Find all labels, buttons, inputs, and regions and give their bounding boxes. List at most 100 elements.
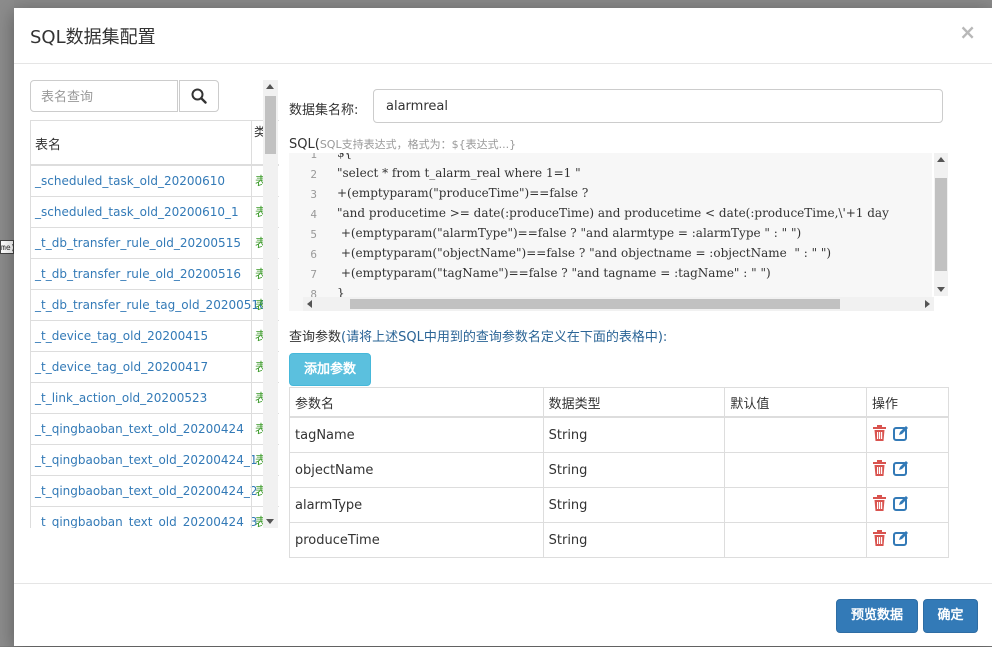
editor-horizontal-scrollbar[interactable] xyxy=(303,297,934,311)
table-name-link[interactable]: _t_qingbaoban_text_old_20200424_2 xyxy=(35,484,257,498)
modal-title: SQL数据集配置 xyxy=(30,27,156,48)
table-name-link[interactable]: _scheduled_task_old_20200610_1 xyxy=(35,205,239,219)
line-number: 7 xyxy=(310,268,317,281)
scroll-left-icon[interactable] xyxy=(307,300,312,308)
params-table-header: 参数名 数据类型 默认值 操作 xyxy=(289,387,949,418)
param-default-cell xyxy=(724,522,868,558)
table-name-link[interactable]: _t_link_action_old_20200523 xyxy=(35,391,207,405)
edit-icon[interactable] xyxy=(893,495,909,515)
table-name-link[interactable]: _t_db_transfer_rule_tag_old_20200516 xyxy=(35,298,267,312)
trash-icon[interactable] xyxy=(872,495,887,515)
line-number: 1 xyxy=(310,153,317,161)
table-list-scrollbar[interactable] xyxy=(263,80,278,528)
table-name-link[interactable]: _t_device_tag_old_20200417 xyxy=(35,360,208,374)
param-type-cell: String xyxy=(542,487,726,523)
code-line[interactable]: ${ xyxy=(337,153,352,160)
sql-editor[interactable]: 12345678 ${"select * from t_alarm_real w… xyxy=(289,153,932,311)
backdrop xyxy=(0,0,992,8)
code-line[interactable]: +(emptyparam("alarmType")==false ? "and … xyxy=(337,226,801,240)
param-name-cell: tagName xyxy=(289,416,544,453)
table-name-link[interactable]: _t_qingbaoban_text_old_20200424_1 xyxy=(35,453,257,467)
col-data-type: 数据类型 xyxy=(542,387,726,418)
trash-icon[interactable] xyxy=(872,425,887,445)
table-list-row[interactable]: _t_db_transfer_rule_tag_old_20200516 表 xyxy=(31,290,279,321)
param-name-cell: produceTime xyxy=(289,522,544,558)
table-list-row[interactable]: _t_qingbaoban_text_old_20200424_1 表 xyxy=(31,445,279,476)
table-list-row[interactable]: _scheduled_task_old_20200610 表 xyxy=(31,166,279,197)
query-params-note: (请将上述SQL中用到的查询参数名定义在下面的表格中): xyxy=(341,330,668,345)
table-name-link[interactable]: _scheduled_task_old_20200610 xyxy=(35,174,225,188)
col-actions: 操作 xyxy=(866,387,949,418)
dataset-name-input[interactable] xyxy=(373,89,943,123)
table-list-row[interactable]: _t_link_action_old_20200523 表 xyxy=(31,383,279,414)
sql-dataset-modal: SQL数据集配置 × 表名 类型 _scheduled_task_old_202… xyxy=(14,8,992,646)
edit-icon[interactable] xyxy=(893,530,909,550)
scroll-up-icon[interactable] xyxy=(266,84,274,89)
close-button[interactable]: × xyxy=(959,20,976,44)
editor-gutter: 12345678 xyxy=(289,153,329,311)
line-number: 5 xyxy=(310,228,317,241)
trash-icon[interactable] xyxy=(872,460,887,480)
edit-icon[interactable] xyxy=(893,425,909,445)
params-table: 参数名 数据类型 默认值 操作 tagName String objectName S… xyxy=(289,387,949,558)
param-row: tagName String xyxy=(289,416,949,453)
param-row: produceTime String xyxy=(289,522,949,558)
sql-label-text: SQL( xyxy=(289,137,320,152)
sql-hint: SQL支持表达式，格式为：${表达式...} xyxy=(319,138,517,151)
param-actions-cell xyxy=(866,522,949,558)
table-list-header: 表名 类型 xyxy=(31,120,279,166)
scrollbar-thumb[interactable] xyxy=(350,299,840,309)
preview-data-button[interactable]: 预览数据 xyxy=(836,599,918,633)
table-list-row[interactable]: _t_db_transfer_rule_old_20200515 表 xyxy=(31,228,279,259)
header-table-name: 表名 xyxy=(35,138,62,153)
table-name-link[interactable]: _t_db_transfer_rule_old_20200515 xyxy=(35,236,241,250)
sql-label: SQL(SQL支持表达式，格式为：${表达式...} xyxy=(289,136,516,152)
code-line[interactable]: +(emptyparam("tagName")==false ? "and ta… xyxy=(337,266,771,280)
scroll-right-icon[interactable] xyxy=(925,300,930,308)
table-search-input[interactable] xyxy=(30,80,178,112)
search-icon xyxy=(191,88,207,104)
line-number: 2 xyxy=(310,168,317,181)
param-type-cell: String xyxy=(542,522,726,558)
table-list-row[interactable]: _t_qingbaoban_text_old_20200424_2 表 xyxy=(31,476,279,507)
table-list-row[interactable]: _scheduled_task_old_20200610_1 表 xyxy=(31,197,279,228)
code-line[interactable]: +(emptyparam("produceTime")==false ? xyxy=(337,186,588,200)
table-name-link[interactable]: _t_db_transfer_rule_old_20200516 xyxy=(35,267,241,281)
table-list-row[interactable]: _t_device_tag_old_20200417 表 xyxy=(31,352,279,383)
add-param-button[interactable]: 添加参数 xyxy=(289,353,371,386)
param-default-cell xyxy=(724,487,868,523)
col-param-name: 参数名 xyxy=(289,387,544,418)
table-name-link[interactable]: _t_device_tag_old_20200415 xyxy=(35,329,208,343)
confirm-button[interactable]: 确定 xyxy=(923,599,978,633)
trash-icon[interactable] xyxy=(872,530,887,550)
param-name-cell: alarmType xyxy=(289,487,544,523)
table-list-row[interactable]: _t_db_transfer_rule_old_20200516 表 xyxy=(31,259,279,290)
search-button[interactable] xyxy=(179,80,219,112)
query-params-label: 查询参数(请将上述SQL中用到的查询参数名定义在下面的表格中): xyxy=(289,326,667,345)
table-list-row[interactable]: _t_device_tag_old_20200415 表 xyxy=(31,321,279,352)
code-line[interactable]: "select * from t_alarm_real where 1=1 " xyxy=(337,166,581,180)
scroll-down-icon[interactable] xyxy=(937,287,945,292)
table-list-row[interactable]: _t_qingbaoban_text_old_20200424_3 表 xyxy=(31,507,279,528)
table-name-link[interactable]: _t_qingbaoban_text_old_20200424_3 xyxy=(35,515,257,528)
modal-header: SQL数据集配置 × xyxy=(14,8,992,64)
edit-icon[interactable] xyxy=(893,460,909,480)
scroll-down-icon[interactable] xyxy=(266,519,274,524)
editor-vertical-scrollbar[interactable] xyxy=(934,153,948,296)
table-list-row[interactable]: _t_qingbaoban_text_old_20200424 表 xyxy=(31,414,279,445)
param-type-cell: String xyxy=(542,452,726,488)
scrollbar-thumb[interactable] xyxy=(935,178,947,271)
table-name-link[interactable]: _t_qingbaoban_text_old_20200424 xyxy=(35,422,244,436)
scrollbar-thumb[interactable] xyxy=(265,96,276,154)
code-line[interactable]: "and producetime >= date(:produceTime) a… xyxy=(337,206,889,220)
dataset-name-label: 数据集名称: xyxy=(289,103,359,118)
table-list: 表名 类型 _scheduled_task_old_20200610表_sche… xyxy=(30,120,279,528)
line-number: 6 xyxy=(310,248,317,261)
line-number: 3 xyxy=(310,188,317,201)
query-params-title: 查询参数 xyxy=(289,330,342,345)
code-line[interactable]: +(emptyparam("objectName")==false ? "and… xyxy=(337,246,831,260)
backdrop-left xyxy=(0,0,14,646)
scroll-up-icon[interactable] xyxy=(937,157,945,162)
param-name-cell: objectName xyxy=(289,452,544,488)
param-default-cell xyxy=(724,416,868,453)
